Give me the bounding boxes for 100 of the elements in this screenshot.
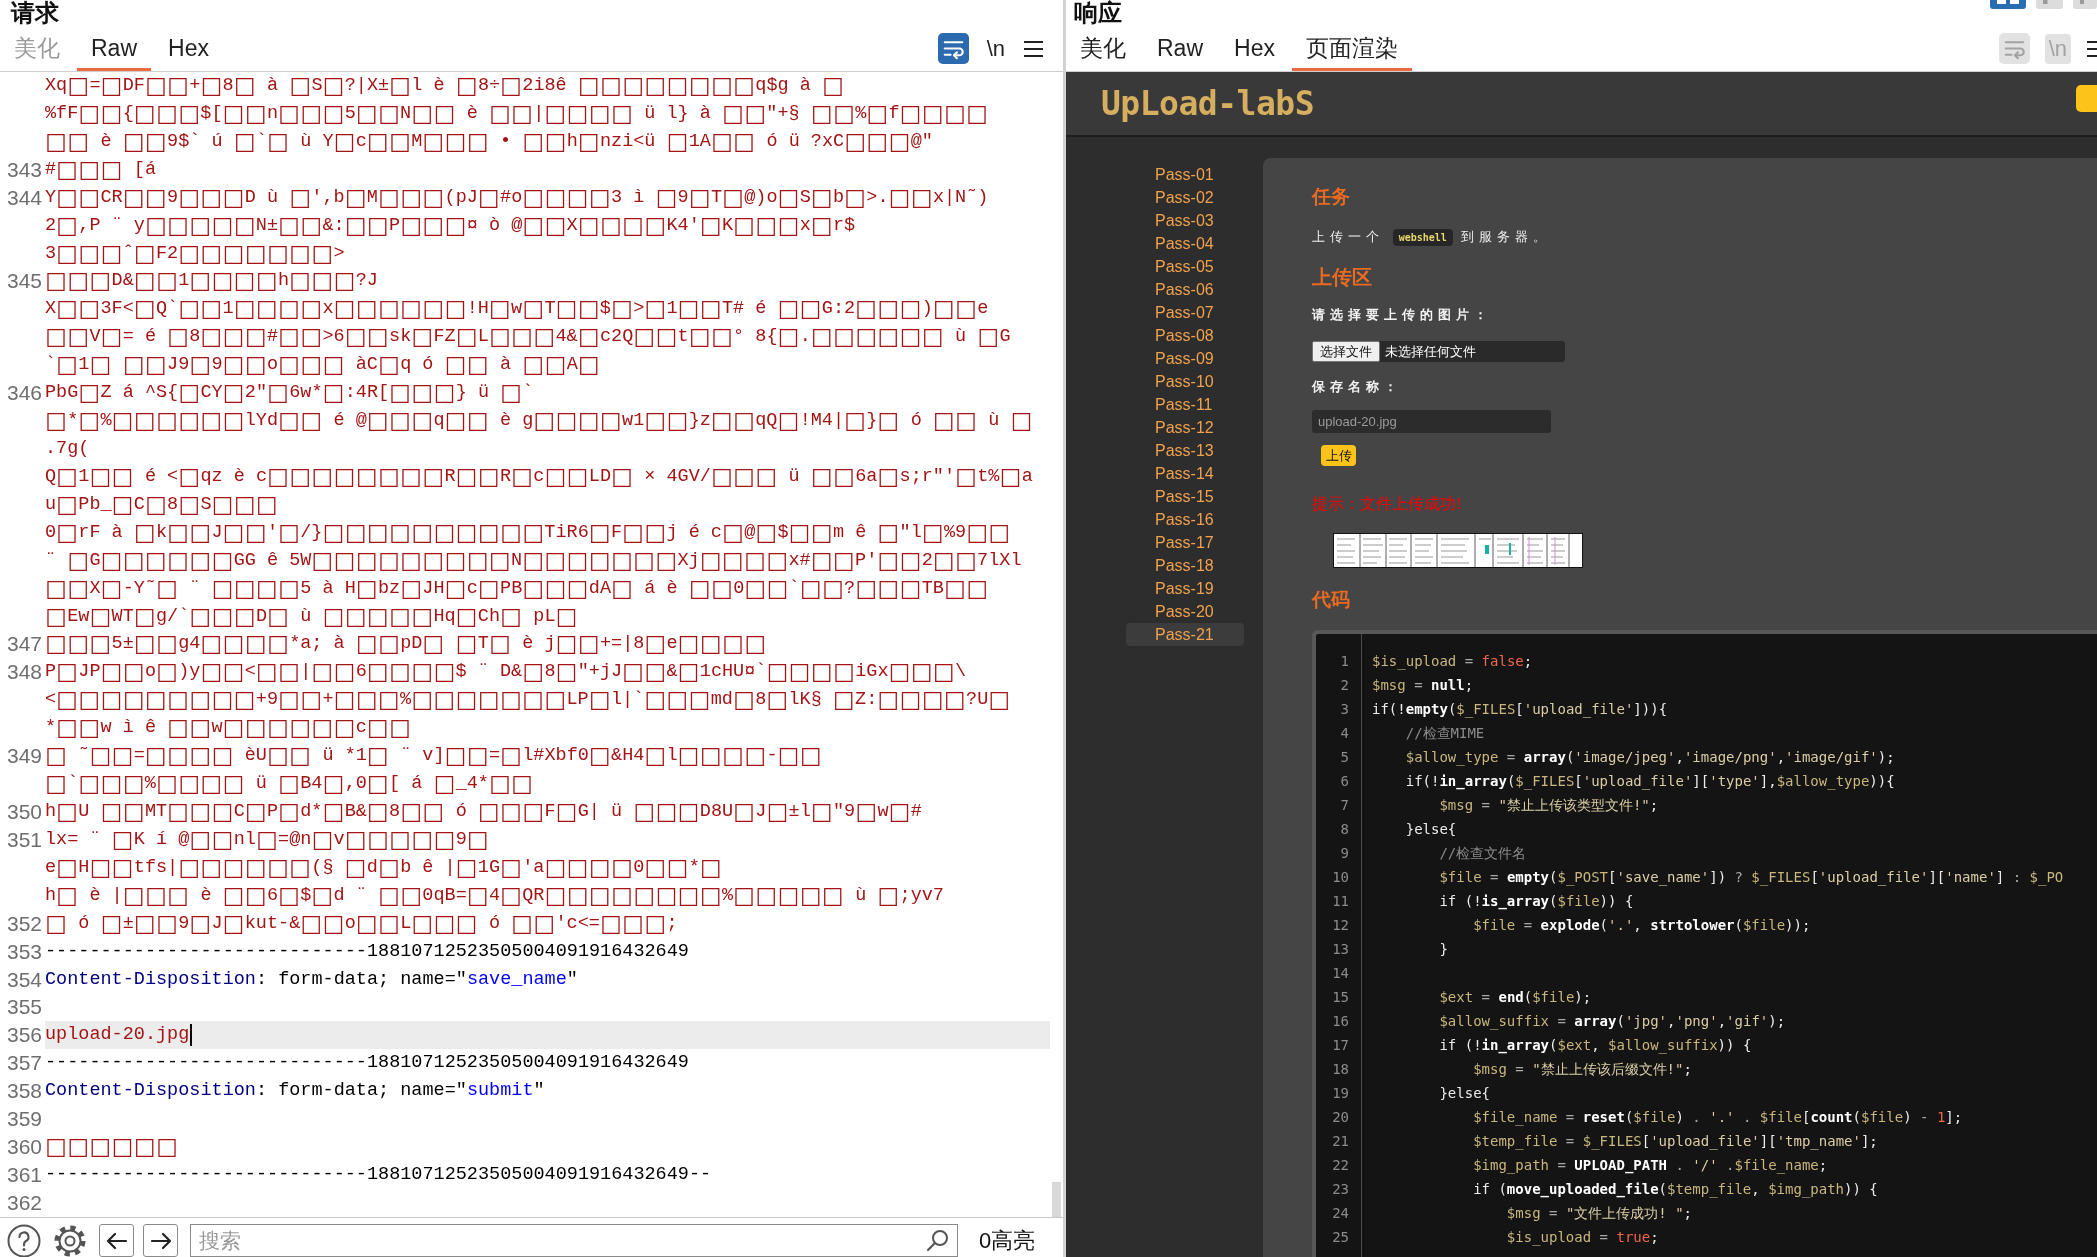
code-line: $msg = "禁止上传该后缀文件!"; (1472, 1060, 1693, 1079)
sidebar-link[interactable]: Pass-03 (1126, 209, 1244, 232)
sidebar-link[interactable]: Pass-14 (1126, 462, 1244, 485)
side-toggle-button[interactable] (2076, 85, 2097, 112)
sidebar-link[interactable]: Pass-16 (1126, 508, 1244, 531)
request-body-line: Q□1□□ é <□qz è c□□□□□□□□R□□R□c□□LD□ × 4GV/□□□ ü □□6a□s;r"'□t%□a (45, 462, 1033, 491)
request-body-line: -----------------------------18810712523505004091916432649 (45, 939, 689, 964)
request-body-line: h□ è |□□□ è □□6□$□d ¨ □□0qB=□4□QR□□□□□□□□%□□□□□ ù □;yv7 (45, 881, 944, 910)
sidebar-link[interactable]: Pass-15 (1126, 485, 1244, 508)
request-body-line: .7g( (45, 437, 90, 461)
line-number: 345 (5, 268, 43, 295)
line-number: 5 (1339, 748, 1349, 767)
save-name-input[interactable]: upload-20.jpg (1312, 410, 1551, 433)
line-number: 21 (1331, 1132, 1349, 1151)
request-body-line: lx= ¨ □K í @□□nl□=@n□v□□□□□9□ (45, 825, 489, 854)
tab[interactable]: Hex (154, 29, 223, 71)
sidebar-link[interactable]: Pass-07 (1126, 301, 1244, 324)
request-body-line: □*□%□□□□□□lYd□□ é @□□□q□□ è g□□□□w1□□}z□□qQ□!M4|□}□ ó □□ ù □ (45, 407, 1033, 435)
code-line: if(!in_array($_FILES['upload_file']['type'],$allow_type)){ (1404, 772, 1896, 792)
request-body-line: □□X□-Y˜□ ¨ □□□□5 à H□bz□JH□c□PB□□□dA□ á è □□0□□`□□?□□□TB□□ (45, 574, 989, 603)
menu-icon[interactable] (1023, 39, 1043, 58)
request-body-line: 3□□□ˆ□F2□□□□□□□> (45, 239, 345, 268)
newline-toggle[interactable]: \n (982, 33, 1009, 64)
request-body-line: □Ew□WT□g/`□□□D□ ù □□□□□Hq□Ch□ pL□ (45, 602, 578, 631)
help-icon[interactable] (7, 1224, 41, 1257)
sidebar-link[interactable]: Pass-17 (1126, 531, 1244, 554)
sidebar-link[interactable]: Pass-06 (1126, 278, 1244, 301)
request-body-line: X□□3F<□Q`□□1□□□□x□□□□□□!H□w□T□□$□>□1□□T# é □□G:2□□□)□□e (45, 295, 989, 324)
upload-button[interactable]: 上传 (1321, 445, 1356, 466)
code-line: } (1438, 940, 1449, 959)
file-input[interactable]: 选择文件 未选择任何文件 (1312, 341, 1565, 362)
line-number: 349 (5, 743, 43, 770)
sidebar-link[interactable]: Pass-08 (1126, 324, 1244, 347)
tab[interactable]: 美化 (1066, 29, 1140, 71)
line-number: 13 (1331, 940, 1349, 959)
choose-file-button[interactable]: 选择文件 (1312, 341, 1380, 362)
sidebar-link[interactable]: Pass-19 (1126, 577, 1244, 600)
code-line: if (!in_array($ext, $allow_suffix)) { (1438, 1036, 1753, 1056)
site-logo[interactable]: UpLoad-labS (1101, 83, 1315, 124)
line-number: 6 (1339, 772, 1349, 791)
sidebar-link[interactable]: Pass-09 (1126, 347, 1244, 370)
line-number: 360 (5, 1134, 43, 1161)
wrap-lines-icon[interactable] (937, 33, 969, 64)
sidebar-link[interactable]: Pass-05 (1126, 255, 1244, 278)
line-number: 353 (5, 938, 43, 965)
sidebar-link[interactable]: Pass-04 (1126, 232, 1244, 255)
sidebar-link[interactable]: Pass-01 (1126, 163, 1244, 186)
code-line: if (move_uploaded_file($temp_file, $img_path)) { (1472, 1180, 1879, 1200)
layout-button[interactable] (1990, 0, 2026, 9)
sidebar-link[interactable]: Pass-20 (1126, 600, 1244, 623)
request-body-line: Content-Disposition: form-data; name="save_name" (45, 967, 578, 992)
line-number: 1 (1339, 652, 1349, 671)
code-line: $file = empty($_POST['save_name']) ? $_FILES['upload_file']['name'] : $_PO (1438, 868, 2065, 888)
line-number: 24 (1331, 1204, 1349, 1223)
settings-icon[interactable] (53, 1224, 87, 1257)
tab[interactable]: Raw (1143, 29, 1217, 71)
next-button[interactable] (143, 1224, 178, 1257)
line-number: 347 (5, 631, 43, 658)
tab[interactable]: Hex (1220, 29, 1289, 71)
request-body-line: PbG□Z á ^S{□CY□2"□6w*□:4R[□□□} ü □` (45, 379, 534, 408)
sidebar-link[interactable]: Pass-02 (1126, 186, 1244, 209)
text-cursor (190, 1024, 193, 1047)
sidebar-link[interactable]: Pass-10 (1126, 370, 1244, 393)
line-number: 12 (1331, 916, 1349, 935)
code-line: $file = explode('.', strtolower($file)); (1472, 916, 1812, 935)
line-number: 17 (1331, 1036, 1349, 1055)
line-number: 355 (5, 994, 43, 1021)
line-number: 362 (5, 1189, 43, 1216)
line-number: 351 (5, 826, 43, 853)
code-line: }else{ (1404, 820, 1458, 839)
search-field[interactable]: 搜索 (190, 1224, 958, 1257)
line-number: 11 (1331, 892, 1349, 911)
request-body-line: □ ó □±□□9□J□kut-&□□o□□L□□□ ó □□'c<=□□□; (45, 909, 678, 938)
sidebar-link[interactable]: Pass-18 (1126, 554, 1244, 577)
sidebar-link[interactable]: Pass-21 (1126, 623, 1244, 646)
code-line: $file_name = reset($file) . '.' . $file[count($file) - 1]; (1472, 1108, 1964, 1128)
code-line: //检查文件名 (1438, 844, 1528, 863)
tab[interactable]: Raw (77, 29, 151, 71)
field-label: 保存名称： (1312, 378, 1403, 396)
code-line: $is_upload = false; (1372, 652, 1534, 672)
search-icon[interactable] (926, 1229, 949, 1252)
sidebar-link[interactable]: Pass-11 (1126, 393, 1244, 416)
line-number: 3 (1339, 700, 1349, 719)
sidebar-link[interactable]: Pass-13 (1126, 439, 1244, 462)
menu-icon[interactable] (2086, 39, 2097, 58)
code-line: $allow_suffix = array('jpg','png','gif'); (1438, 1012, 1787, 1032)
request-body-line: ¨ □G□□□□□□GG ê 5W□□□□□□□□□N□□□□□□□Xj□□□□x#□□P'□□2□□7lXl (45, 546, 1022, 575)
request-body-line: -----------------------------18810712523505004091916432649-- (45, 1162, 712, 1187)
panel-title: 响应 (1074, 0, 1122, 25)
scrollbar-thumb[interactable] (1052, 1182, 1061, 1217)
line-number: 359 (5, 1106, 43, 1133)
sidebar-link[interactable]: Pass-12 (1126, 416, 1244, 439)
section-heading: 任务 (1312, 186, 1351, 208)
previous-button[interactable] (99, 1224, 134, 1257)
code-line: $allow_type = array('image/jpeg','image/png','image/gif'); (1404, 748, 1896, 768)
request-body-line: upload-20.jpg (45, 1023, 190, 1048)
request-body-line: □□V□= é □8□□□#□□>6□□sk□FZ□L□□□4&□c2Q□□t□□° 8{□.□□□□□□ ù □G (45, 323, 1011, 352)
request-body-line: □□□□□□ (45, 1133, 179, 1161)
task-description: 上传一个 webshell 到服务器。 (1312, 228, 1553, 248)
request-body-line: 2□,P ¨ y□□□□□N±□□&:□□P□□□¤ ò @□□X□□□□K4'□K□□□x□r$ (45, 211, 856, 240)
